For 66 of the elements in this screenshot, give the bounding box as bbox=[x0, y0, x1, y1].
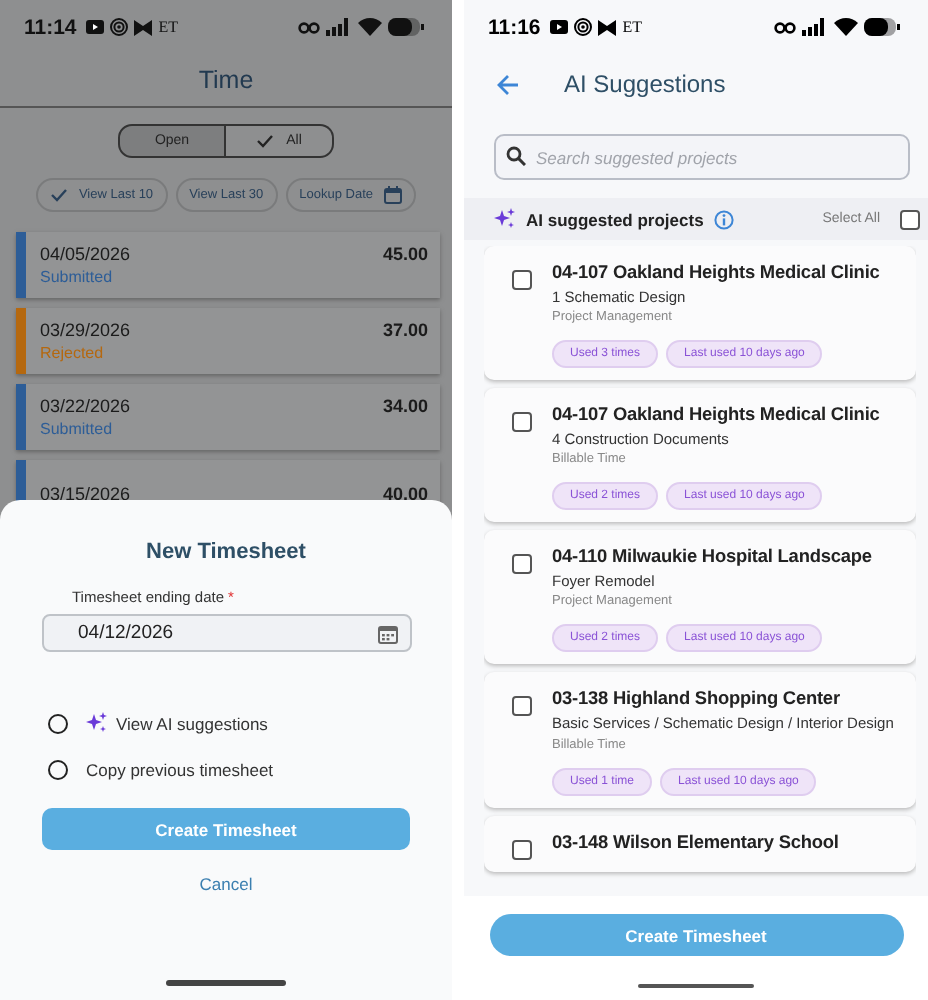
timesheet-date: 03/15/2026 bbox=[40, 483, 131, 503]
date-field[interactable]: 04/12/2026 bbox=[42, 614, 412, 652]
timesheet-hours: 37.00 bbox=[382, 320, 428, 340]
timesheet-date: 03/22/2026 bbox=[40, 396, 131, 416]
project-name: 03-148 Wilson Elementary School bbox=[552, 831, 839, 851]
project-name: 04-110 Milwaukie Hospital Landscape bbox=[552, 546, 872, 567]
radio-button[interactable] bbox=[48, 713, 68, 733]
battery-icon bbox=[388, 18, 424, 36]
clock-time: 11:14 bbox=[24, 15, 77, 39]
option-label[interactable]: Copy previous timesheet bbox=[86, 760, 274, 780]
wifi-icon bbox=[358, 18, 382, 36]
checkbox[interactable] bbox=[512, 412, 532, 433]
cancel-button[interactable]: Cancel bbox=[199, 874, 253, 894]
timesheet-status: Rejected bbox=[40, 344, 106, 362]
video-icon bbox=[86, 20, 105, 34]
clock-time: 11:16 bbox=[488, 15, 541, 39]
checkbox[interactable] bbox=[900, 209, 920, 229]
timesheet-status: Submitted bbox=[40, 420, 115, 438]
option-label[interactable]: View AI suggestions bbox=[116, 713, 268, 733]
timesheet-status: Submitted bbox=[40, 268, 115, 286]
timesheet-card[interactable]: 03/29/2026 37.00 Rejected bbox=[16, 308, 440, 374]
project-name: 03-138 Highland Shopping Center bbox=[552, 688, 842, 709]
home-indicator bbox=[166, 980, 286, 986]
suggestion-card[interactable]: 03-148 Wilson Elementary School bbox=[484, 815, 916, 871]
wifi-icon bbox=[834, 18, 858, 36]
check-icon bbox=[256, 134, 275, 148]
info-icon bbox=[713, 209, 734, 229]
link-icon bbox=[298, 21, 320, 33]
notification-label: ET bbox=[622, 18, 643, 36]
calendar-icon bbox=[383, 186, 402, 204]
checkbox[interactable] bbox=[512, 554, 532, 575]
battery-icon bbox=[864, 18, 900, 36]
search-icon bbox=[506, 146, 526, 166]
radio-button[interactable] bbox=[48, 760, 68, 780]
section-title: AI suggested projects bbox=[526, 209, 704, 229]
timesheet-hours: 45.00 bbox=[382, 244, 428, 264]
screen-title: AI Suggestions bbox=[564, 70, 726, 98]
bowtie-icon bbox=[598, 19, 617, 35]
timesheet-hours: 34.00 bbox=[382, 396, 428, 416]
video-icon bbox=[550, 20, 569, 34]
project-name: 04-107 Oakland Heights Medical Clinic bbox=[552, 262, 880, 282]
notification-label: ET bbox=[158, 18, 179, 36]
project-name: 04-107 Oakland Heights Medical Clinic bbox=[552, 404, 880, 425]
back-icon[interactable] bbox=[496, 73, 520, 95]
timesheet-card[interactable]: 03/22/2026 34.00 Submitted bbox=[16, 384, 440, 450]
link-icon bbox=[774, 21, 796, 33]
sparkle-icon bbox=[494, 208, 516, 230]
signal-icon bbox=[802, 18, 828, 36]
target-icon bbox=[110, 18, 129, 36]
home-indicator bbox=[638, 983, 754, 988]
timesheet-card[interactable]: 04/05/2026 45.00 Submitted bbox=[16, 232, 440, 298]
sparkle-icon bbox=[86, 712, 108, 734]
signal-icon bbox=[326, 18, 352, 36]
checkbox[interactable] bbox=[512, 270, 532, 290]
search-field[interactable]: Search suggested projects bbox=[494, 134, 910, 180]
bowtie-icon bbox=[134, 19, 153, 35]
timesheet-hours: 40.00 bbox=[382, 483, 428, 503]
checkbox[interactable] bbox=[512, 839, 532, 859]
timesheet-date: 04/05/2026 bbox=[40, 244, 131, 264]
screen-title: Time bbox=[198, 66, 254, 94]
target-icon bbox=[574, 18, 593, 36]
sheet-title: New Timesheet bbox=[146, 540, 306, 564]
check-icon bbox=[50, 188, 69, 202]
calendar-icon bbox=[378, 623, 398, 643]
timesheet-date: 03/29/2026 bbox=[40, 320, 131, 340]
checkbox[interactable] bbox=[512, 696, 532, 717]
